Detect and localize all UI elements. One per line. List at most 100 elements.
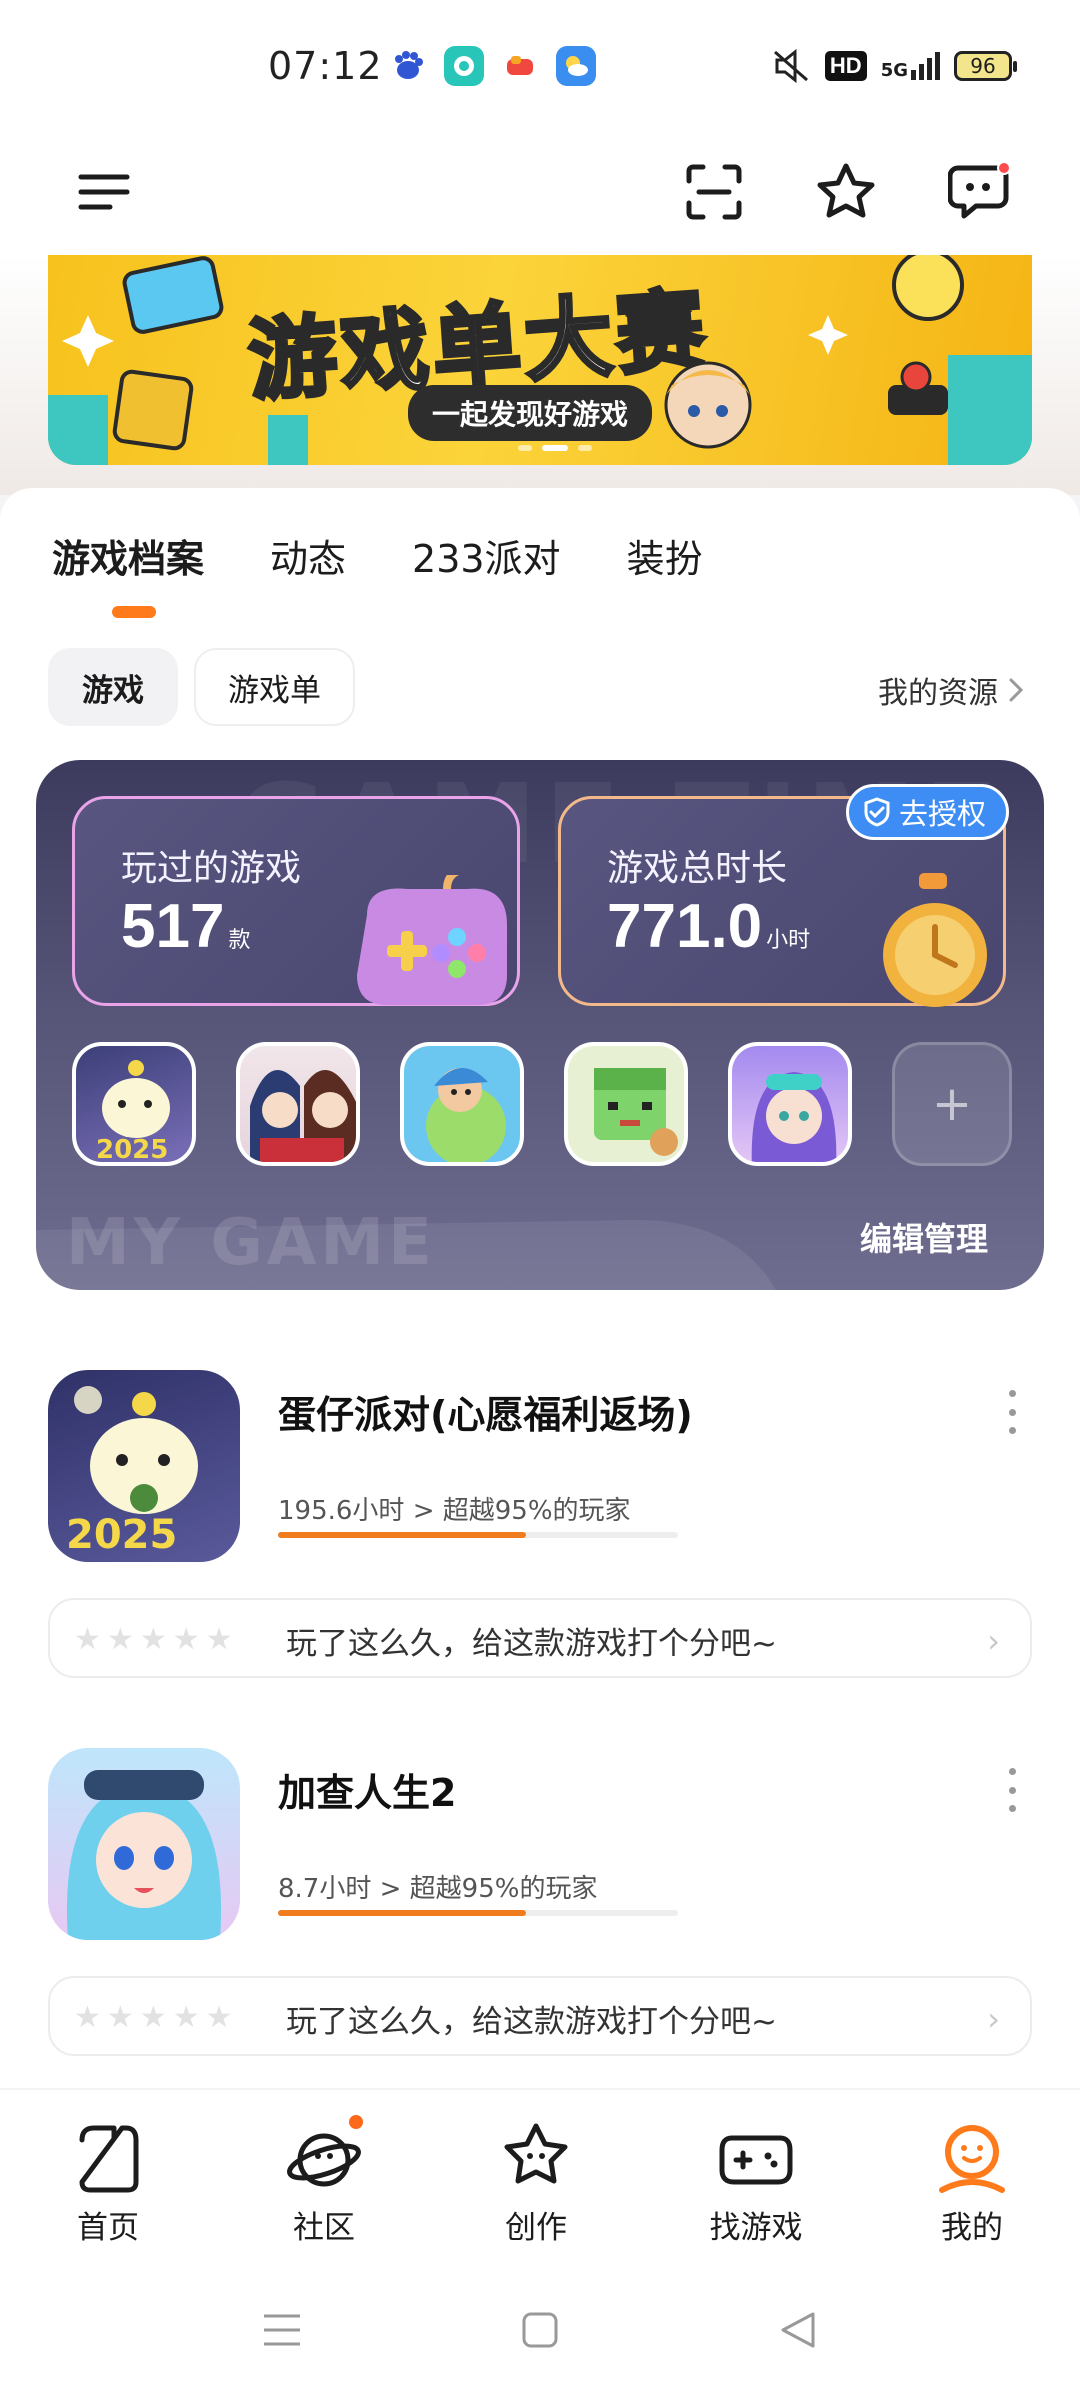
playtime-progress-bar — [278, 1532, 678, 1538]
star-rating-icon[interactable]: ★ — [140, 2000, 167, 2035]
scan-icon — [686, 164, 742, 220]
battery-indicator: 96 — [954, 51, 1017, 81]
eggy-party-icon: 2025 — [66, 1386, 198, 1558]
rate-prompt-text: 玩了这么久，给这款游戏打个分吧~ — [286, 1626, 777, 1662]
tab-dressup[interactable]: 装扮 — [627, 528, 703, 583]
gacha-life-2-icon — [66, 1770, 222, 1940]
top-app-bar — [0, 130, 1080, 255]
star-rating-icon[interactable]: ★ — [107, 2000, 134, 2035]
profile-tabs: 游戏档案 动态 233派对 装扮 — [52, 528, 703, 583]
star-rating-icon[interactable]: ★ — [140, 1622, 167, 1657]
messages-button[interactable] — [940, 152, 1020, 232]
profile-content-sheet: 游戏档案 动态 233派对 装扮 游戏 游戏单 我的资源 GAME TIME M… — [0, 488, 1080, 2088]
star-rating-icon[interactable]: ★ — [173, 1622, 200, 1657]
star-icon — [817, 163, 875, 218]
game-list-item[interactable]: 加查人生2 8.7小时 > 超越95%的玩家 ★ ★ ★ ★ ★ 玩了这么久，给这款游戏… — [48, 1748, 1032, 2088]
add-game-button[interactable]: + — [892, 1042, 1012, 1166]
tab-activity[interactable]: 动态 — [270, 528, 346, 583]
tab-game-archive[interactable]: 游戏档案 — [52, 528, 204, 583]
my-resources-label: 我的资源 — [878, 676, 998, 711]
recent-apps-button[interactable] — [252, 2300, 312, 2360]
game-thumb-mini-world[interactable] — [564, 1042, 688, 1166]
banner-character — [664, 361, 752, 449]
weather-app-icon — [556, 46, 596, 86]
chip-games[interactable]: 游戏 — [48, 648, 178, 726]
game-list-item[interactable]: 2025 蛋仔派对(心愿福利返场) 195.6小时 > 超越95%的玩家 ★ ★ ★… — [48, 1370, 1032, 1710]
star-rating-icon[interactable]: ★ — [74, 2000, 101, 2035]
favorites-button[interactable] — [806, 152, 886, 232]
promo-banner[interactable]: 游戏单大赛 一起发现好游戏 — [48, 255, 1032, 465]
game-thumb-sakura-school[interactable] — [236, 1042, 360, 1166]
sakura-school-icon — [250, 1070, 356, 1162]
menu-button[interactable] — [64, 152, 144, 232]
edit-manage-button[interactable]: 编辑管理 — [860, 1214, 988, 1260]
tab-233-party[interactable]: 233派对 — [412, 528, 561, 583]
system-icons: HD 5G 96 — [771, 48, 1017, 84]
more-options-button[interactable] — [1002, 1768, 1022, 1812]
more-dot — [1008, 1786, 1016, 1794]
more-dot — [1008, 1805, 1016, 1812]
scan-button[interactable] — [674, 152, 754, 232]
star-rating-icon[interactable]: ★ — [74, 1622, 101, 1657]
cellular-signal-icon: 5G — [881, 52, 940, 80]
star-rating-icon[interactable]: ★ — [206, 1622, 233, 1657]
more-dot — [1008, 1390, 1016, 1397]
playtime-progress-fill — [278, 1532, 526, 1538]
rating-stars[interactable]: ★ ★ ★ ★ ★ — [74, 2000, 233, 2035]
nav-profile[interactable]: 我的 — [902, 2118, 1042, 2247]
svg-text:2025: 2025 — [96, 1135, 168, 1165]
hd-badge: HD — [824, 51, 867, 81]
nav-community-label: 社区 — [293, 2210, 355, 2246]
shield-check-icon — [864, 797, 890, 827]
community-planet-icon — [284, 2112, 366, 2198]
my-resources-link[interactable]: 我的资源 — [878, 668, 1024, 712]
rating-stars[interactable]: ★ ★ ★ ★ ★ — [74, 1622, 233, 1657]
pagination-dot-active — [542, 445, 568, 451]
nav-find-games-label: 找游戏 — [709, 2210, 803, 2246]
gamepad-icon — [716, 2118, 796, 2198]
nav-find-games[interactable]: 找游戏 — [686, 2118, 826, 2247]
game-thumb-anime-character[interactable] — [728, 1042, 852, 1166]
chip-game-lists[interactable]: 游戏单 — [194, 648, 355, 726]
bottom-navigation: 首页 社区 创作 找游戏 我的 — [0, 2090, 1080, 2260]
total-playtime-value: 771.0 小时 — [607, 892, 811, 961]
game-thumb-toca-world[interactable] — [400, 1042, 524, 1166]
pagination-dot — [518, 445, 532, 451]
banner-area: 游戏单大赛 一起发现好游戏 — [0, 255, 1080, 495]
rate-game-prompt[interactable]: ★ ★ ★ ★ ★ 玩了这么久，给这款游戏打个分吧~ › — [48, 1598, 1032, 1678]
rate-prompt-text: 玩了这么久，给这款游戏打个分吧~ — [286, 2004, 777, 2040]
card-watermark-bottom: MY GAME — [66, 1206, 436, 1280]
recent-games-row: 2025 + — [72, 1042, 1012, 1166]
authorize-label: 去授权 — [899, 797, 987, 831]
star-rating-icon[interactable]: ★ — [173, 2000, 200, 2035]
played-games-stat[interactable]: 玩过的游戏 517 款 — [72, 796, 520, 1006]
more-dot — [1008, 1768, 1016, 1775]
nav-create[interactable]: 创作 — [466, 2118, 606, 2247]
rate-game-prompt[interactable]: ★ ★ ★ ★ ★ 玩了这么久，给这款游戏打个分吧~ › — [48, 1976, 1032, 2056]
total-playtime-label: 游戏总时长 — [607, 848, 788, 889]
game-title: 加查人生2 — [278, 1771, 457, 1815]
star-rating-icon[interactable]: ★ — [107, 1622, 134, 1657]
baidu-app-icon — [388, 46, 428, 86]
toca-world-icon — [426, 1067, 506, 1162]
stopwatch-icon — [883, 873, 987, 1007]
game-thumb-eggy-party[interactable]: 2025 — [72, 1042, 196, 1166]
game-icon-gacha-life-2[interactable] — [48, 1748, 240, 1940]
more-options-button[interactable] — [1002, 1390, 1022, 1434]
game-title: 蛋仔派对(心愿福利返场) — [278, 1393, 693, 1437]
authorize-button[interactable]: 去授权 — [846, 784, 1010, 840]
status-time: 07:12 — [268, 44, 383, 88]
back-triangle-icon — [781, 2312, 815, 2348]
menu-lines-icon — [264, 2314, 300, 2346]
home-system-button[interactable] — [510, 2300, 570, 2360]
home-icon — [68, 2118, 148, 2198]
chat-app-icon — [444, 46, 484, 86]
game-stats-card: GAME TIME MY GAME 玩过的游戏 517款 游戏总时长 771.0… — [36, 760, 1044, 1290]
back-system-button[interactable] — [768, 2300, 828, 2360]
nav-community[interactable]: 社区 — [254, 2112, 394, 2247]
playtime-progress-fill — [278, 1910, 526, 1916]
chevron-right-icon: › — [987, 2000, 1000, 2038]
game-icon-eggy-party[interactable]: 2025 — [48, 1370, 240, 1562]
nav-home[interactable]: 首页 — [38, 2118, 178, 2247]
star-rating-icon[interactable]: ★ — [206, 2000, 233, 2035]
